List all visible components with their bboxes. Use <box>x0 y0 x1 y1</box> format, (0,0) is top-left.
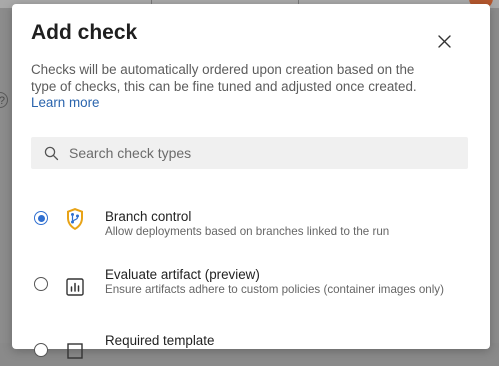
check-description: Allow deployments based on branches link… <box>105 225 390 238</box>
radio-required-template[interactable] <box>34 343 48 357</box>
learn-more-link[interactable]: Learn more <box>31 95 99 110</box>
branch-shield-icon <box>64 208 86 230</box>
check-title: Evaluate artifact (preview) <box>105 267 260 282</box>
add-check-dialog: Add check Checks will be automatically o… <box>12 4 490 359</box>
search-input[interactable] <box>67 144 461 162</box>
description-text: Checks will be automatically ordered upo… <box>31 62 417 94</box>
check-option-required-template[interactable]: Required template <box>12 326 490 366</box>
check-option-evaluate-artifact[interactable]: Evaluate artifact (preview) Ensure artif… <box>12 258 490 314</box>
radio-branch-control[interactable] <box>34 211 48 225</box>
search-icon <box>43 145 59 161</box>
check-title: Branch control <box>105 209 192 224</box>
dialog-title: Add check <box>31 21 138 44</box>
dialog-description: Checks will be automatically ordered upo… <box>31 62 421 112</box>
search-box[interactable] <box>31 137 468 169</box>
chart-icon <box>64 276 86 298</box>
radio-evaluate-artifact[interactable] <box>34 277 48 291</box>
close-button[interactable] <box>432 29 456 53</box>
template-icon <box>64 340 86 362</box>
check-description: Ensure artifacts adhere to custom polici… <box>105 283 444 296</box>
close-icon <box>437 34 451 48</box>
check-title: Required template <box>105 333 215 348</box>
check-option-branch-control[interactable]: Branch control Allow deployments based o… <box>12 200 490 246</box>
